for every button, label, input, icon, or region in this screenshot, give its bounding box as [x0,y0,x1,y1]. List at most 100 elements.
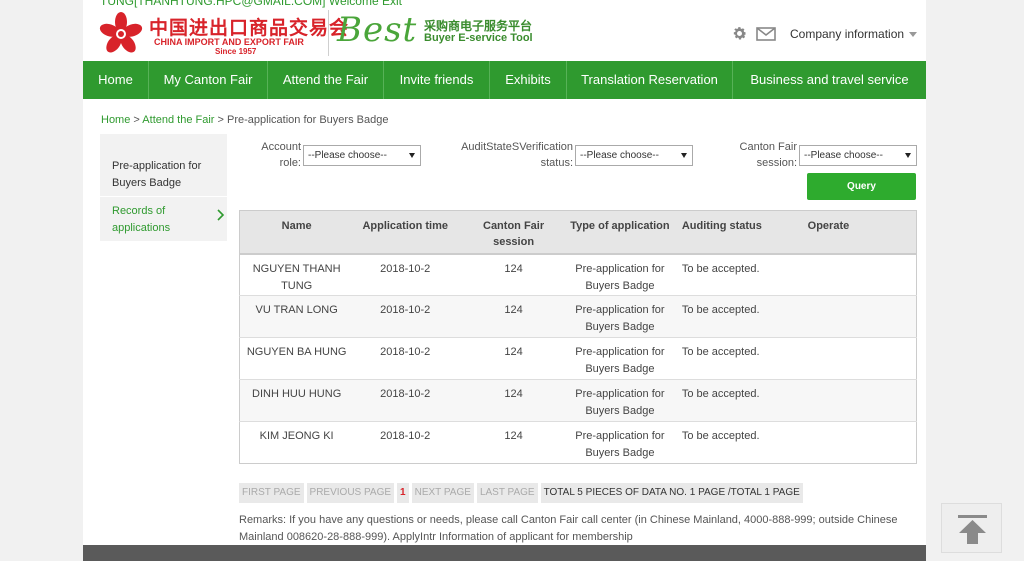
sidebar-item-pre-application[interactable]: Pre-application for Buyers Badge [100,134,227,197]
cell-type: Pre-application for Buyers Badge [569,379,670,422]
cell-session: 124 [457,295,570,338]
company-information-menu[interactable]: Company information [790,27,918,41]
cell-name: VU TRAN LONG [239,295,354,338]
cell-type: Pre-application for Buyers Badge [569,421,670,464]
dropdown-arrow-icon [905,153,911,158]
last-page-button[interactable]: LAST PAGE [476,483,538,503]
next-page-button[interactable]: NEXT PAGE [411,483,474,503]
breadcrumb-home[interactable]: Home [101,114,130,126]
nav-my-canton-fair[interactable]: My Canton Fair [149,61,268,99]
canton-fair-session-select-value: --Please choose-- [804,150,883,161]
welcome-bar[interactable]: TUNG[THANHTUNG.HPC@GMAIL.COM] Welcome Ex… [100,0,402,8]
canton-fair-logo[interactable]: 中国进出口商品交易会 CHINA IMPORT AND EXPORT FAIR … [97,12,348,56]
column-header-name: Name [239,210,354,254]
logo-since-text: Since 1957 [215,47,257,56]
column-header-application-time: Application time [353,210,458,254]
cell-session: 124 [457,421,570,464]
footer-bar [83,545,926,561]
dropdown-arrow-icon [681,153,687,158]
cell-session: 124 [457,337,570,380]
cell-name: NGUYEN BA HUNG [239,337,354,380]
audit-status-select[interactable]: --Please choose-- [575,145,693,166]
audit-status-select-value: --Please choose-- [580,150,659,161]
cell-application-time: 2018-10-2 [353,295,458,338]
canton-fair-flower-logo [99,12,143,53]
table-row: NGUYEN THANH TUNG 2018-10-2 124 Pre-appl… [239,252,917,296]
nav-invite-friends[interactable]: Invite friends [384,61,490,99]
account-role-select[interactable]: --Please choose-- [303,145,421,166]
best-logo: Best [337,10,418,50]
query-button[interactable]: Query [807,173,916,200]
column-header-operate: Operate [789,210,917,254]
back-to-top-icon [958,515,987,544]
cell-type: Pre-application for Buyers Badge [569,337,670,380]
cell-auditing-status: To be accepted. [669,379,790,422]
canton-fair-session-select[interactable]: --Please choose-- [799,145,917,166]
sidebar-item-label: Records of applications [112,205,171,234]
current-page-number[interactable]: 1 [397,483,409,503]
account-role-select-value: --Please choose-- [308,150,387,161]
settings-gear-icon[interactable] [731,25,748,42]
cell-application-time: 2018-10-2 [353,379,458,422]
table-row: KIM JEONG KI 2018-10-2 124 Pre-applicati… [239,421,917,464]
cell-type: Pre-application for Buyers Badge [569,295,670,338]
cell-name: NGUYEN THANH TUNG [239,252,354,296]
table-row: DINH HUU HUNG 2018-10-2 124 Pre-applicat… [239,379,917,422]
nav-translation-reservation[interactable]: Translation Reservation [567,61,733,99]
cell-auditing-status: To be accepted. [669,337,790,380]
cell-type: Pre-application for Buyers Badge [569,252,670,296]
applications-table: Name Application time Canton Fair sessio… [239,210,917,464]
mail-icon[interactable] [756,27,776,41]
main-navigation: Home My Canton Fair Attend the Fair Invi… [83,61,926,99]
logo-divider [328,10,329,56]
cell-name: KIM JEONG KI [239,421,354,464]
chevron-right-icon [217,209,225,221]
breadcrumb-separator: > [217,114,224,126]
breadcrumb-attend-the-fair[interactable]: Attend the Fair [142,114,214,126]
nav-exhibits[interactable]: Exhibits [490,61,567,99]
dropdown-arrow-icon [409,153,415,158]
pagination: FIRST PAGE PREVIOUS PAGE 1 NEXT PAGE LAS… [239,483,803,503]
sidebar-item-records-of-applications[interactable]: Records of applications [100,197,227,241]
breadcrumb: Home > Attend the Fair > Pre-application… [101,114,388,126]
cell-application-time: 2018-10-2 [353,337,458,380]
cell-operate [789,337,917,380]
sidebar: Pre-application for Buyers Badge Records… [100,134,227,241]
column-header-canton-fair-session: Canton Fair session [457,210,570,254]
cell-session: 124 [457,252,570,296]
breadcrumb-current: Pre-application for Buyers Badge [227,114,389,126]
pagination-summary: TOTAL 5 PIECES OF DATA NO. 1 PAGE /TOTAL… [540,483,803,503]
audit-status-label: AuditStateSVerification status: [461,141,573,169]
column-header-auditing-status: Auditing status [669,210,790,254]
nav-home[interactable]: Home [83,61,149,99]
cell-application-time: 2018-10-2 [353,421,458,464]
first-page-button[interactable]: FIRST PAGE [239,483,304,503]
page-container: TUNG[THANHTUNG.HPC@GMAIL.COM] Welcome Ex… [83,0,926,561]
remarks-text: Remarks: If you have any questions or ne… [239,514,898,543]
cell-auditing-status: To be accepted. [669,252,790,296]
company-information-label: Company information [790,27,905,41]
back-to-top-button[interactable] [941,503,1002,553]
cell-operate [789,421,917,464]
chevron-down-icon [909,32,918,38]
table-header-row: Name Application time Canton Fair sessio… [239,210,917,254]
nav-business-and-travel-service[interactable]: Business and travel service [733,61,926,99]
breadcrumb-separator: > [133,114,140,126]
best-english-subtitle: Buyer E-service Tool [424,32,533,44]
cell-session: 124 [457,379,570,422]
previous-page-button[interactable]: PREVIOUS PAGE [306,483,395,503]
nav-attend-the-fair[interactable]: Attend the Fair [268,61,384,99]
cell-operate [789,379,917,422]
canton-fair-session-label: Canton Fair session: [739,141,797,169]
cell-operate [789,252,917,296]
cell-auditing-status: To be accepted. [669,421,790,464]
cell-name: DINH HUU HUNG [239,379,354,422]
logo-chinese-text: 中国进出口商品交易会 [149,17,350,39]
cell-operate [789,295,917,338]
account-role-label: Account role: [261,141,301,169]
cell-auditing-status: To be accepted. [669,295,790,338]
table-row: NGUYEN BA HUNG 2018-10-2 124 Pre-applica… [239,337,917,380]
logo-english-text: CHINA IMPORT AND EXPORT FAIR [154,37,304,47]
table-row: VU TRAN LONG 2018-10-2 124 Pre-applicati… [239,295,917,338]
column-header-type-of-application: Type of application [569,210,670,254]
